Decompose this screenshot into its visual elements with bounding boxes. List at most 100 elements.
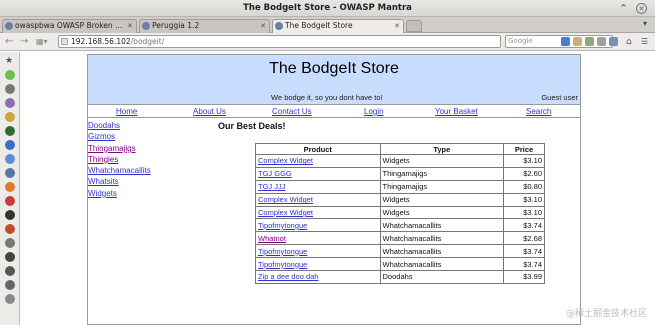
addon-sidebar: ★ (0, 52, 20, 325)
product-link[interactable]: Tipofmytongue (258, 221, 307, 230)
type-cell: Thingamajigs (379, 179, 505, 194)
table-row: Tipofmytongue Whatchamacallits $3.74 (255, 257, 545, 272)
product-link[interactable]: Complex Widget (258, 208, 313, 217)
category-link-whatchamacallits[interactable]: Whatchamacallits (88, 165, 163, 176)
type-cell: Widgets (379, 154, 505, 168)
tab-close-icon[interactable]: ✕ (394, 20, 400, 32)
tab-owaspbwa[interactable]: owaspbwa OWASP Broken ... ✕ (2, 19, 137, 33)
new-tab-button[interactable] (406, 20, 422, 32)
download-icon[interactable] (5, 84, 15, 94)
product-cell: Complex Widget (255, 192, 381, 207)
price-cell: $2.60 (503, 166, 545, 181)
tab-close-icon[interactable]: ✕ (127, 20, 133, 32)
product-link[interactable]: TGJ JJJ (258, 182, 286, 191)
addon-icon[interactable] (609, 37, 618, 46)
price-cell: $3.10 (503, 154, 545, 168)
column-header-price: Price (503, 143, 545, 155)
product-link[interactable]: Tipofmytongue (258, 260, 307, 269)
star-icon[interactable]: ★ (5, 56, 15, 66)
tab-favicon-icon (142, 22, 150, 30)
product-link[interactable]: Zip a dee doo dah (258, 272, 318, 281)
search-engine-label: Google (508, 37, 533, 45)
tab-bodgeit[interactable]: The BodgeIt Store ✕ (272, 19, 404, 33)
tab-close-icon[interactable]: ✕ (260, 20, 266, 32)
menu-link-your-basket[interactable]: Your Basket (435, 107, 478, 116)
product-cell: Complex Widget (255, 205, 381, 220)
addon-icon[interactable] (561, 37, 570, 46)
deals-heading: Our Best Deals! (218, 121, 286, 131)
puzzle-icon[interactable] (5, 70, 15, 80)
product-cell: Tipofmytongue (255, 257, 381, 272)
site-identity-icon[interactable] (61, 38, 68, 45)
product-link[interactable]: Complex Widget (258, 195, 313, 204)
table-row: Complex Widget Widgets $3.10 (255, 205, 545, 220)
product-cell: Tipofmytongue (255, 244, 381, 259)
site-menu: Home About Us Contact Us Login Your Bask… (88, 104, 580, 118)
type-cell: Doodahs (379, 270, 505, 284)
tab-label: The BodgeIt Store (285, 21, 353, 30)
type-cell: Widgets (379, 192, 505, 207)
category-link-whatsits[interactable]: Whatsits (88, 176, 163, 187)
minimize-icon[interactable]: ^ (618, 3, 629, 14)
url-host: 192.168.56.102 (71, 37, 131, 46)
product-link[interactable]: Tipofmytongue (258, 247, 307, 256)
addon-icon[interactable] (5, 252, 15, 262)
tools-menu-icon[interactable]: ▦▾ (36, 35, 48, 49)
type-cell: Whatchamacallits (379, 218, 505, 233)
table-row: Whatnot Whatchamacallits $2.68 (255, 231, 545, 246)
product-cell: Whatnot (255, 231, 381, 246)
addon-icon[interactable] (5, 280, 15, 290)
addon-icon[interactable] (5, 140, 15, 150)
addon-icon[interactable] (585, 37, 594, 46)
tab-label: owaspbwa OWASP Broken ... (15, 21, 123, 30)
addon-icon[interactable] (5, 224, 15, 234)
product-link[interactable]: Complex Widget (258, 156, 313, 165)
close-window-icon[interactable]: ✕ (636, 3, 647, 14)
product-link[interactable]: Whatnot (258, 234, 286, 243)
product-cell: Zip a dee doo dah (255, 270, 381, 284)
type-cell: Thingamajigs (379, 166, 505, 181)
product-link[interactable]: TGJ GGG (258, 169, 292, 178)
addon-icon[interactable] (597, 37, 606, 46)
category-nav: Doodahs Gizmos Thingamajigs Thingies Wha… (88, 120, 163, 199)
addon-icon[interactable] (573, 37, 582, 46)
list-all-tabs-icon[interactable]: ▾ (643, 19, 647, 28)
addon-icon[interactable] (5, 154, 15, 164)
addon-icon[interactable] (5, 196, 15, 206)
addon-icon[interactable] (5, 168, 15, 178)
category-link-thingies[interactable]: Thingies (88, 154, 163, 165)
menu-link-about-us[interactable]: About Us (193, 107, 226, 116)
menu-link-search[interactable]: Search (526, 107, 551, 116)
menu-link-home[interactable]: Home (116, 107, 137, 116)
product-cell: Complex Widget (255, 154, 381, 168)
tab-favicon-icon (275, 22, 283, 30)
addon-icon[interactable] (5, 238, 15, 248)
addon-icon[interactable] (5, 294, 15, 304)
category-link-thingamajigs[interactable]: Thingamajigs (88, 143, 163, 154)
home-icon[interactable]: ⌂ (626, 35, 632, 49)
window-titlebar: The BodgeIt Store - OWASP Mantra ^ ✕ (0, 0, 655, 17)
price-cell: $3.10 (503, 205, 545, 220)
addon-icon[interactable] (5, 98, 15, 108)
bookmarks-icon[interactable]: ☰ (641, 35, 648, 49)
tab-peruggia[interactable]: Peruggia 1.2 ✕ (139, 19, 270, 33)
category-link-doodahs[interactable]: Doodahs (88, 120, 163, 131)
menu-link-contact-us[interactable]: Contact Us (272, 107, 312, 116)
addon-icon[interactable] (5, 112, 15, 122)
price-cell: $3.74 (503, 244, 545, 259)
site-tagline: We bodge it, so you dont have to! (271, 93, 383, 102)
category-link-gizmos[interactable]: Gizmos (88, 131, 163, 142)
type-cell: Whatchamacallits (379, 257, 505, 272)
product-cell: TGJ JJJ (255, 179, 381, 194)
category-link-widgets[interactable]: Widgets (88, 188, 163, 199)
addon-icon[interactable] (5, 210, 15, 220)
forward-arrow-icon[interactable]: → (20, 35, 28, 49)
addon-icon[interactable] (5, 266, 15, 276)
addon-icon[interactable] (5, 182, 15, 192)
url-bar[interactable]: 192.168.56.102/bodgeit/ (58, 35, 501, 48)
type-cell: Whatchamacallits (379, 231, 505, 246)
table-row: Complex Widget Widgets $3.10 (255, 192, 545, 207)
addon-icon[interactable] (5, 126, 15, 136)
menu-link-login[interactable]: Login (364, 107, 384, 116)
back-arrow-icon[interactable]: ← (5, 35, 13, 49)
